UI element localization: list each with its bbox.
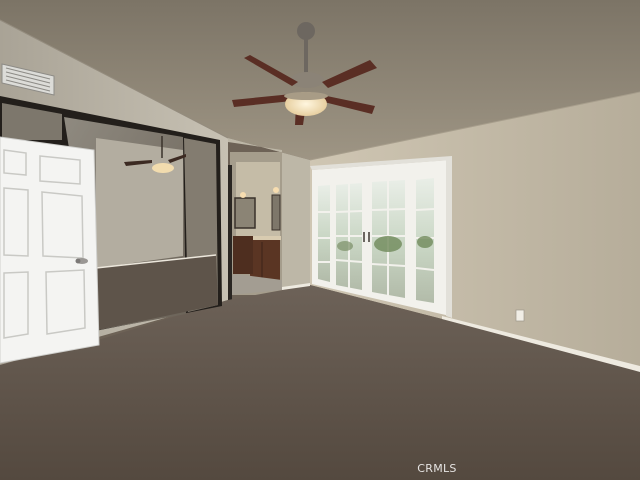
bathroom-mirror (234, 197, 256, 229)
white-door (0, 136, 100, 364)
vanity-countertop (249, 236, 281, 240)
vanity-cabinet (250, 238, 280, 280)
vanity-light-2 (273, 187, 279, 193)
bathroom-mirror-2 (271, 194, 281, 231)
outlet-icon (515, 309, 525, 322)
vanity-cabinet-left (233, 236, 253, 274)
door-knob-icon (75, 258, 88, 264)
vanity-light (240, 192, 246, 198)
mirror-reflect-wall (96, 138, 183, 268)
watermark: CRMLS (417, 462, 457, 475)
bedroom-scene (0, 0, 640, 480)
bath-doorframe-left (228, 165, 232, 300)
